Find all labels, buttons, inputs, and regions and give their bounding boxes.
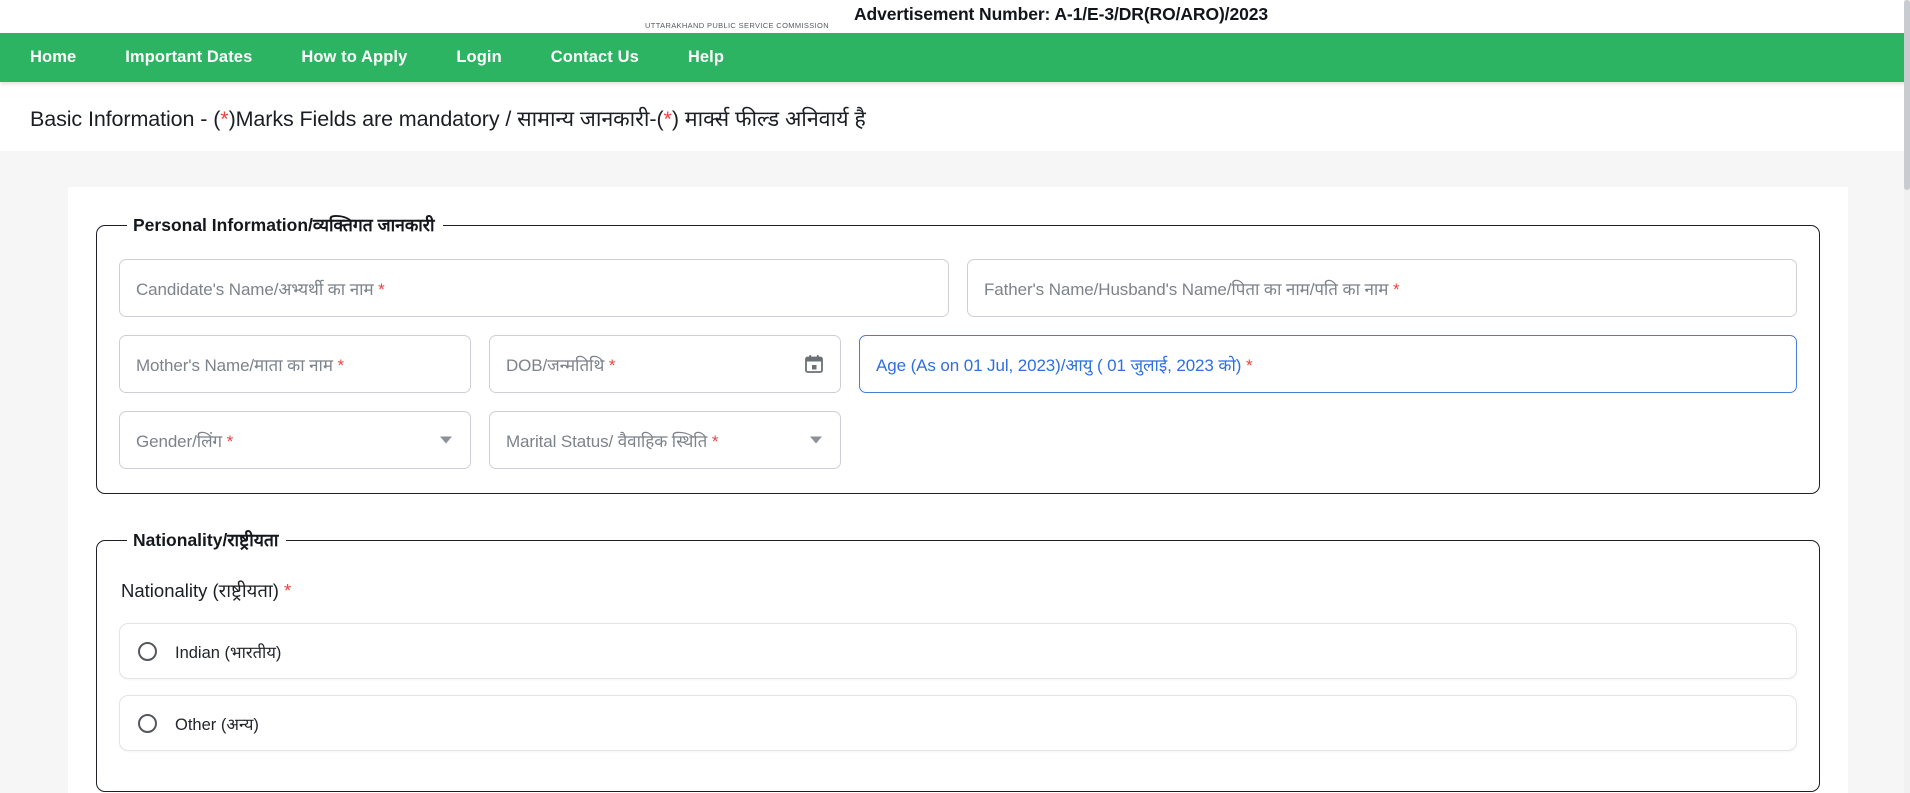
page-body: Personal Information/व्यक्तिगत जानकारी C… — [0, 151, 1910, 793]
nationality-legend: Nationality/राष्ट्रीयता — [133, 530, 279, 550]
personal-information-section: Personal Information/व्यक्तिगत जानकारी C… — [96, 213, 1820, 494]
father-husband-name-label: Father's Name/Husband's Name/पिता का नाम… — [984, 279, 1400, 299]
candidate-name-field[interactable]: Candidate's Name/अभ्यर्थी का नाम * — [119, 259, 949, 317]
chevron-down-icon[interactable] — [810, 436, 822, 444]
marital-status-label: Marital Status/ वैवाहिक स्थिति * — [506, 431, 719, 451]
advertisement-number: Advertisement Number: A-1/E-3/DR(RO/ARO)… — [854, 4, 1268, 24]
nationality-section: Nationality/राष्ट्रीयता Nationality (राष… — [96, 528, 1820, 792]
page-title: Basic Information - (*)Marks Fields are … — [0, 82, 1910, 151]
gender-label: Gender/लिंग * — [136, 431, 234, 451]
nationality-question: Nationality (राष्ट्रीयता) * — [121, 580, 292, 601]
age-label: Age (As on 01 Jul, 2023)/आयु ( 01 जुलाई,… — [876, 355, 1253, 375]
page-title-text-3: ) मार्क्स फील्ड अनिवार्य है — [671, 107, 866, 131]
marital-status-select[interactable]: Marital Status/ वैवाहिक स्थिति * — [489, 411, 841, 469]
form-card: Personal Information/व्यक्तिगत जानकारी C… — [68, 187, 1848, 793]
logo-caption: UTTARAKHAND PUBLIC SERVICE COMMISSION — [645, 21, 829, 30]
radio-unchecked-icon[interactable] — [138, 713, 157, 733]
chevron-down-icon[interactable] — [440, 436, 452, 444]
nationality-option-indian-label: Indian (भारतीय) — [175, 643, 282, 662]
required-asterisk-2: * — [663, 107, 672, 131]
mother-name-label: Mother's Name/माता का नाम * — [136, 355, 345, 375]
nav-item-help[interactable]: Help — [688, 42, 724, 73]
radio-unchecked-icon[interactable] — [138, 641, 157, 661]
nationality-option-other-label: Other (अन्य) — [175, 715, 259, 734]
page-title-text-1: Basic Information - ( — [30, 107, 221, 131]
dob-field[interactable]: DOB/जन्मतिथि * — [489, 335, 841, 393]
nav-item-login[interactable]: Login — [456, 42, 501, 73]
scrollbar-thumb[interactable] — [1904, 0, 1910, 190]
candidate-name-label: Candidate's Name/अभ्यर्थी का नाम * — [136, 279, 385, 299]
nav-item-contact-us[interactable]: Contact Us — [551, 42, 639, 73]
uppsc-emblem-icon: लोकसेवा — [700, 0, 774, 13]
father-husband-name-field[interactable]: Father's Name/Husband's Name/पिता का नाम… — [967, 259, 1797, 317]
personal-row-1: Candidate's Name/अभ्यर्थी का नाम * Fathe… — [119, 259, 1797, 317]
nav-item-how-to-apply[interactable]: How to Apply — [301, 42, 407, 73]
personal-row-3: Gender/लिंग * Marital Status/ वैवाहिक स्… — [119, 411, 1797, 469]
page-scrollbar[interactable] — [1904, 0, 1910, 793]
page-title-text-2: )Marks Fields are mandatory / सामान्य जा… — [228, 107, 664, 131]
mother-name-field[interactable]: Mother's Name/माता का नाम * — [119, 335, 471, 393]
personal-information-legend: Personal Information/व्यक्तिगत जानकारी — [133, 215, 435, 235]
main-navigation: Home Important Dates How to Apply Login … — [0, 33, 1910, 82]
nav-item-important-dates[interactable]: Important Dates — [125, 42, 252, 73]
calendar-icon[interactable] — [804, 354, 824, 374]
nationality-option-indian[interactable]: Indian (भारतीय) — [119, 623, 1797, 679]
gender-select[interactable]: Gender/लिंग * — [119, 411, 471, 469]
uppsc-logo: लोकसेवा UTTARAKHAND PUBLIC SERVICE COMMI… — [642, 0, 832, 33]
nationality-option-other[interactable]: Other (अन्य) — [119, 695, 1797, 751]
nav-item-home[interactable]: Home — [30, 42, 76, 73]
personal-row-2: Mother's Name/माता का नाम * DOB/जन्मतिथि… — [119, 335, 1797, 393]
age-field[interactable]: Age (As on 01 Jul, 2023)/आयु ( 01 जुलाई,… — [859, 335, 1797, 393]
dob-label: DOB/जन्मतिथि * — [506, 355, 616, 375]
row-spacer — [859, 411, 1797, 469]
site-header: लोकसेवा UTTARAKHAND PUBLIC SERVICE COMMI… — [0, 0, 1910, 33]
required-asterisk-1: * — [220, 107, 229, 131]
